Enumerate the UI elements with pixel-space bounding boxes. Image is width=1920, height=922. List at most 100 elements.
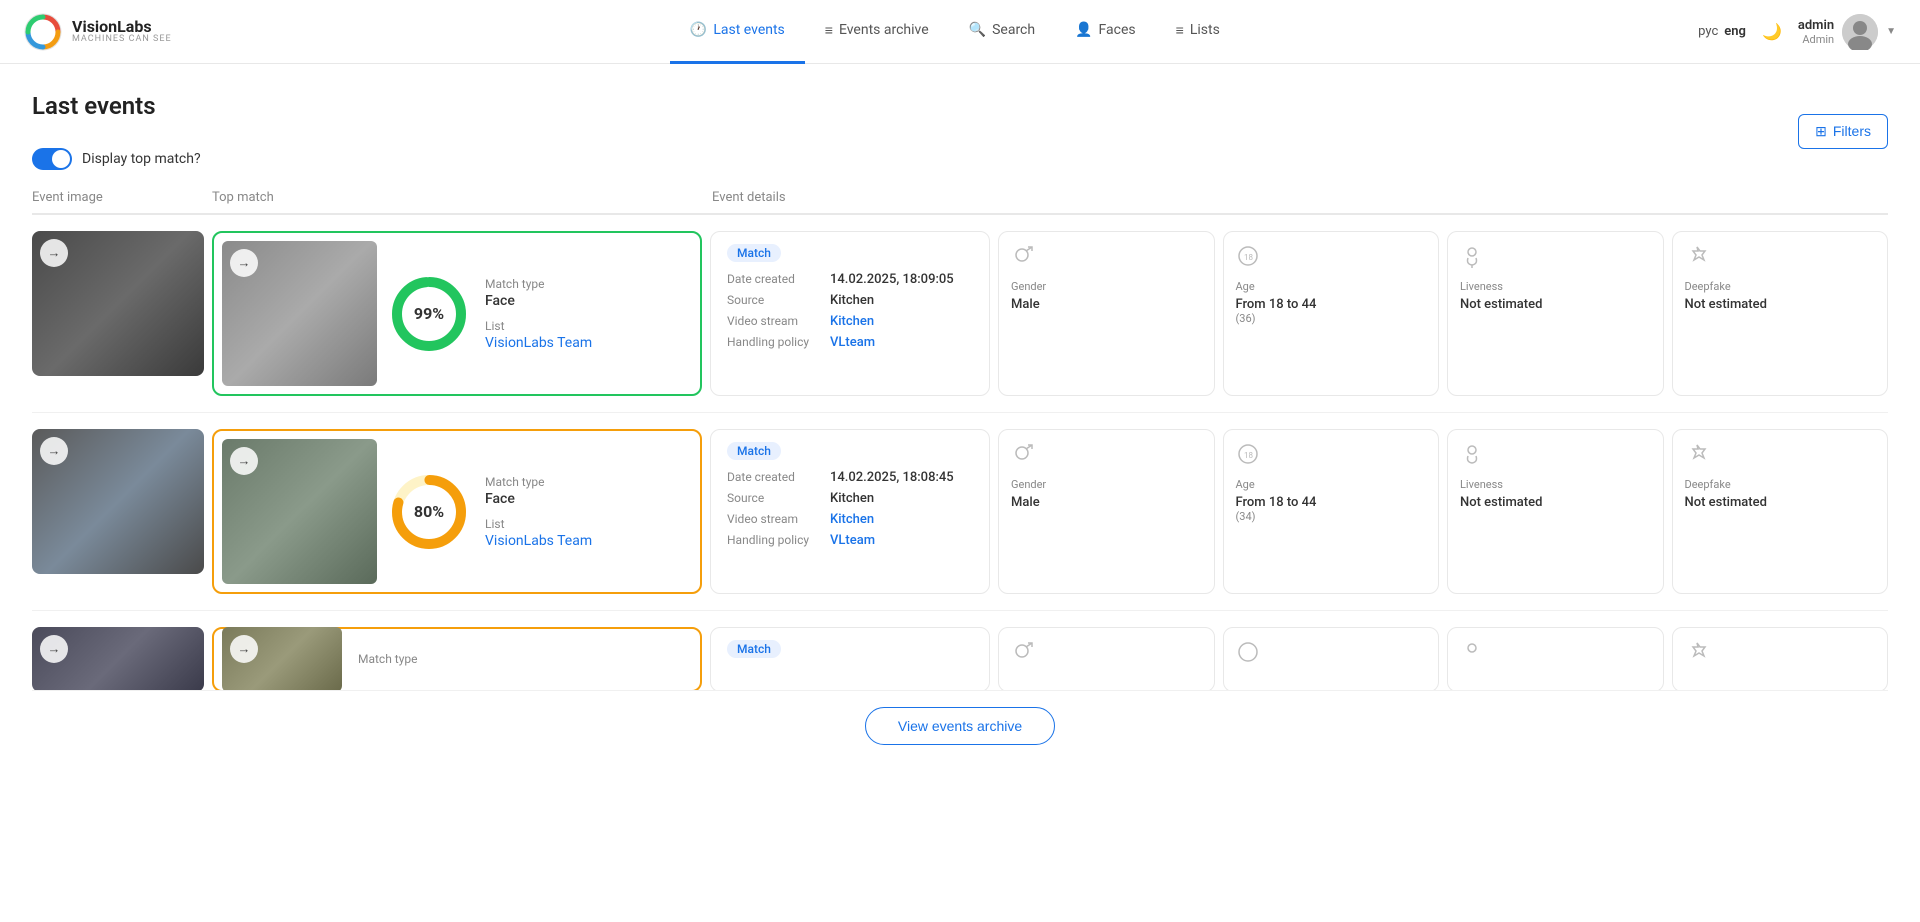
gender-card-2: Gender Male (998, 429, 1215, 594)
goto-event-icon-2[interactable]: → (40, 437, 68, 465)
gender-label-1: Gender (1011, 280, 1046, 293)
liveness-icon-1 (1460, 244, 1484, 274)
lang-ru[interactable]: рус (1698, 24, 1718, 39)
gender-card-3 (998, 627, 1215, 691)
age-icon-1: 18 (1236, 244, 1260, 274)
gender-value-2: Male (1011, 495, 1040, 510)
age-card-2: 18 Age From 18 to 44 (34) (1223, 429, 1440, 594)
list-link-1[interactable]: VisionLabs Team (485, 335, 688, 351)
event-details-1: Match Date created 14.02.2025, 18:09:05 … (710, 231, 990, 396)
view-events-archive-button[interactable]: View events archive (865, 707, 1055, 745)
faces-icon: 👤 (1075, 22, 1092, 38)
page-title: Last events (32, 92, 201, 120)
svg-text:18: 18 (1244, 253, 1253, 262)
policy-value-2[interactable]: VLteam (830, 533, 875, 548)
deepfake-label-1: Deepfake (1685, 280, 1731, 293)
nav-lists[interactable]: ≡ Lists (1156, 0, 1240, 64)
match-badge-1: Match (727, 244, 781, 262)
nav-events-archive[interactable]: ≡ Events archive (805, 0, 949, 64)
source-label-1: Source (727, 293, 822, 307)
score-label-2: 80% (414, 502, 444, 521)
age-label-1: Age (1236, 280, 1255, 293)
avatar (1842, 14, 1878, 50)
match-type-label-1: Match type (485, 277, 688, 291)
table-headers: Event image Top match Event details (32, 190, 1888, 214)
th-event-details: Event details (712, 190, 1888, 205)
liveness-value-2: Not estimated (1460, 495, 1542, 510)
clock-icon: 🕐 (690, 22, 707, 38)
age-range-2: From 18 to 44 (1236, 495, 1317, 510)
table-row: → → 99% Match type Face List VisionLabs … (32, 215, 1888, 413)
top-match-2: → 80% Match type Face List VisionLabs Te… (212, 429, 702, 594)
lang-switcher: рус eng (1698, 24, 1746, 39)
top-match-3: → Match type (212, 627, 702, 691)
chevron-down-icon: ▼ (1886, 26, 1896, 37)
th-event-image: Event image (32, 190, 212, 205)
source-value-1: Kitchen (830, 293, 874, 308)
nav-last-events[interactable]: 🕐 Last events (670, 0, 805, 64)
deepfake-value-2: Not estimated (1685, 495, 1767, 510)
lists-icon: ≡ (1176, 22, 1184, 39)
deepfake-icon-3 (1685, 640, 1709, 670)
gender-icon-1 (1011, 244, 1035, 274)
deepfake-icon-2 (1685, 442, 1709, 472)
liveness-card-3 (1447, 627, 1664, 691)
source-value-2: Kitchen (830, 491, 874, 506)
logo-name: VisionLabs (72, 18, 172, 36)
liveness-card-1: Liveness Not estimated (1447, 231, 1664, 396)
stream-value-1[interactable]: Kitchen (830, 314, 874, 329)
logo[interactable]: VisionLabs MACHINES CAN SEE (24, 13, 172, 51)
deepfake-icon-1 (1685, 244, 1709, 274)
attr-cards-3 (998, 627, 1888, 691)
match-score-donut-2: 80% (389, 472, 469, 552)
liveness-label-1: Liveness (1460, 280, 1503, 293)
goto-match-icon-1[interactable]: → (230, 249, 258, 277)
match-badge-3: Match (727, 640, 781, 658)
match-face-1[interactable]: → (222, 241, 377, 386)
age-exact-2: (34) (1236, 510, 1256, 523)
match-type-value-2: Face (485, 491, 688, 507)
goto-event-icon-3[interactable]: → (40, 635, 68, 663)
filters-button[interactable]: ⊞ Filters (1798, 114, 1888, 149)
gender-value-1: Male (1011, 297, 1040, 312)
stream-value-2[interactable]: Kitchen (830, 512, 874, 527)
attr-cards-1: Gender Male 18 Age From 18 to 44 (36) Li… (998, 231, 1888, 396)
goto-event-icon-1[interactable]: → (40, 239, 68, 267)
match-info-1: Match type Face List VisionLabs Team (481, 269, 692, 359)
theme-toggle[interactable]: 🌙 (1762, 22, 1782, 41)
gender-icon-3 (1011, 640, 1035, 670)
table-row: → → Match type Match (32, 611, 1888, 691)
archive-icon: ≡ (825, 22, 833, 39)
top-match-1: → 99% Match type Face List VisionLabs Te… (212, 231, 702, 396)
event-image-1[interactable]: → (32, 231, 204, 376)
event-image-3[interactable]: → (32, 627, 204, 691)
stream-label-1: Video stream (727, 314, 822, 328)
svg-text:18: 18 (1244, 451, 1253, 460)
match-score-donut-1: 99% (389, 274, 469, 354)
list-label-2: List (485, 517, 688, 531)
nav-search[interactable]: 🔍 Search (949, 0, 1055, 64)
list-link-2[interactable]: VisionLabs Team (485, 533, 688, 549)
deepfake-card-3 (1672, 627, 1889, 691)
display-top-match-toggle[interactable] (32, 148, 72, 170)
nav-faces[interactable]: 👤 Faces (1055, 0, 1156, 64)
table-row: → → 80% Match type Face List VisionLabs … (32, 413, 1888, 611)
user-menu[interactable]: admin Admin ▼ (1798, 14, 1896, 50)
attr-cards-2: Gender Male 18 Age From 18 to 44 (34) Li… (998, 429, 1888, 594)
gender-icon-2 (1011, 442, 1035, 472)
deepfake-card-2: Deepfake Not estimated (1672, 429, 1889, 594)
match-face-2[interactable]: → (222, 439, 377, 584)
toggle-wrap: Display top match? (32, 148, 201, 170)
lang-en[interactable]: eng (1724, 24, 1746, 39)
event-image-2[interactable]: → (32, 429, 204, 574)
header: VisionLabs MACHINES CAN SEE 🕐 Last event… (0, 0, 1920, 64)
age-icon-3 (1236, 640, 1260, 670)
match-face-3[interactable]: → (222, 627, 342, 691)
deepfake-value-1: Not estimated (1685, 297, 1767, 312)
goto-match-icon-2[interactable]: → (230, 447, 258, 475)
logo-sub: MACHINES CAN SEE (72, 35, 172, 45)
deepfake-card-1: Deepfake Not estimated (1672, 231, 1889, 396)
match-type-value-1: Face (485, 293, 688, 309)
policy-value-1[interactable]: VLteam (830, 335, 875, 350)
goto-match-icon-3[interactable]: → (230, 635, 258, 663)
